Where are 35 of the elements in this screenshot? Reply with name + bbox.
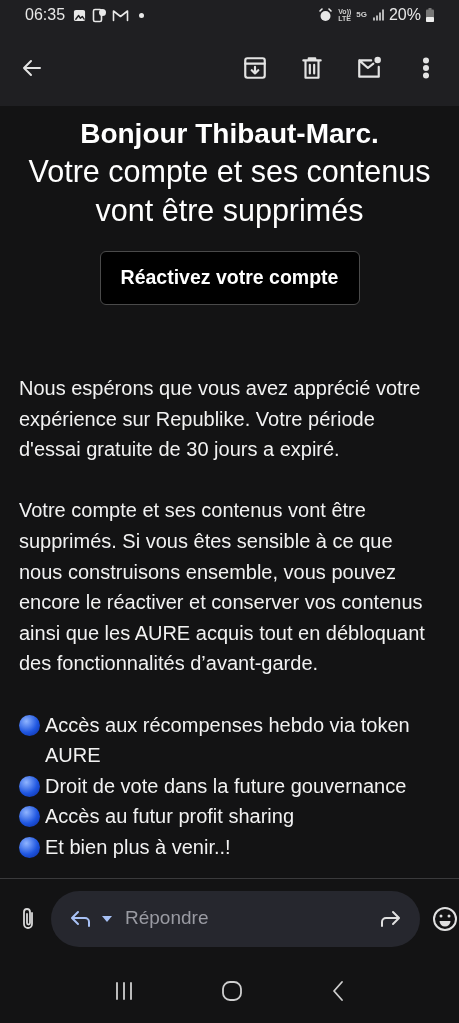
sphere-bullet-icon [19,775,40,797]
bullet-text: Et bien plus à venir..! [45,834,231,860]
image-icon [73,8,87,22]
signal-icon [371,9,384,21]
dropdown-caret-icon [101,914,113,923]
delete-icon[interactable] [299,55,325,81]
email-paragraph: Nous espérons que vous avez apprécié votre expérience sur Republike. Votre période d'essai gratuite de 30 jours a expiré. [19,376,422,463]
notification-dot-icon [139,12,145,18]
sphere-bullet-icon [19,806,40,828]
email-headline: Votre compte et ses contenus vont être supprimés [27,153,432,230]
back-icon[interactable] [331,979,346,1002]
reactivate-button[interactable]: Réactivez votre compte [99,251,360,305]
bullet-text: Droit de vote dans la future gouvernance [45,773,407,799]
reply-icon [69,908,93,929]
emoji-icon[interactable] [432,905,458,932]
phone-alert-icon [92,7,107,23]
home-icon[interactable] [221,979,244,1002]
bullet-text: Accès au futur profit sharing [45,804,294,830]
sphere-bullet-icon [19,836,40,858]
battery-icon [426,8,434,22]
bullet-text: Accès aux récompenses hebdo via token AURE [45,712,411,769]
network-label: 5G [356,9,367,21]
battery-percent: 20% [388,5,421,25]
reply-field[interactable]: Répondre [51,890,420,947]
sphere-bullet-icon [19,714,40,736]
mail-m-icon [112,8,130,22]
recent-apps-icon[interactable] [113,981,134,1000]
reply-input[interactable]: Répondre [125,904,370,933]
alarm-icon [318,7,334,23]
mail-unread-icon[interactable] [356,55,382,81]
email-paragraph: Votre compte et ses contenus vont être supprimés. Si vous êtes sensible à ce que nous construisons ensemble, vous pouvez encore le réactiver et conserver vos contenus ainsi que les AURE acquis tout en débloquant des fonctionnalités d’avant-garde. [19,498,426,677]
email-greeting: Bonjour Thibaut-Marc. [80,117,379,151]
forward-icon [378,908,402,929]
clock-time: 06:35 [25,5,66,25]
archive-icon[interactable] [242,55,268,81]
